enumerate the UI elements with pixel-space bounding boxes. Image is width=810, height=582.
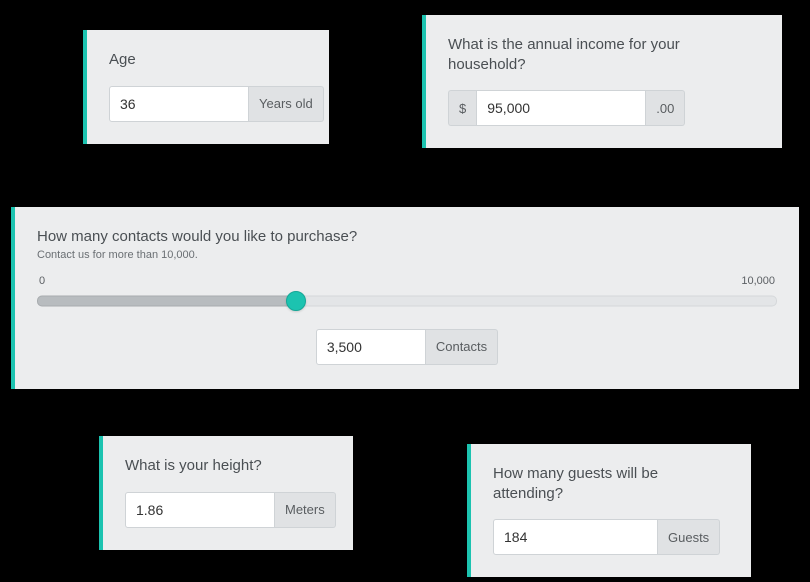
card-age: Age Years old [83,30,329,144]
stage: Age Years old What is the annual income … [0,0,810,582]
card-guests: How many guests will be attending? Guest… [467,444,751,577]
slider-min-label: 0 [39,275,45,287]
age-input[interactable] [109,86,249,122]
contacts-unit-addon: Contacts [426,329,498,365]
income-input[interactable] [476,90,646,126]
slider-range-labels: 0 10,000 [37,275,777,287]
income-input-group: $ .00 [448,90,760,126]
contacts-label: How many contacts would you like to purc… [37,227,777,247]
height-input-group: Meters [125,492,331,528]
card-income: What is the annual income for your house… [422,15,782,148]
contacts-input[interactable] [316,329,426,365]
income-currency-addon: $ [448,90,476,126]
height-input[interactable] [125,492,275,528]
guests-label: How many guests will be attending? [493,464,729,503]
contacts-subtext: Contact us for more than 10,000. [37,249,777,261]
slider-max-label: 10,000 [741,275,775,287]
guests-unit-addon: Guests [658,519,720,555]
age-input-group: Years old [109,86,307,122]
income-label: What is the annual income for your house… [448,35,760,74]
card-height: What is your height? Meters [99,436,353,550]
income-cents-addon: .00 [646,90,685,126]
card-contacts: How many contacts would you like to purc… [11,207,799,389]
contacts-slider[interactable] [37,291,777,311]
slider-handle[interactable] [286,291,306,311]
height-label: What is your height? [125,456,331,476]
guests-input[interactable] [493,519,658,555]
slider-fill [37,295,298,306]
guests-input-group: Guests [493,519,729,555]
contacts-input-row: Contacts [37,329,777,365]
age-label: Age [109,50,307,70]
age-unit-addon: Years old [249,86,324,122]
height-unit-addon: Meters [275,492,336,528]
